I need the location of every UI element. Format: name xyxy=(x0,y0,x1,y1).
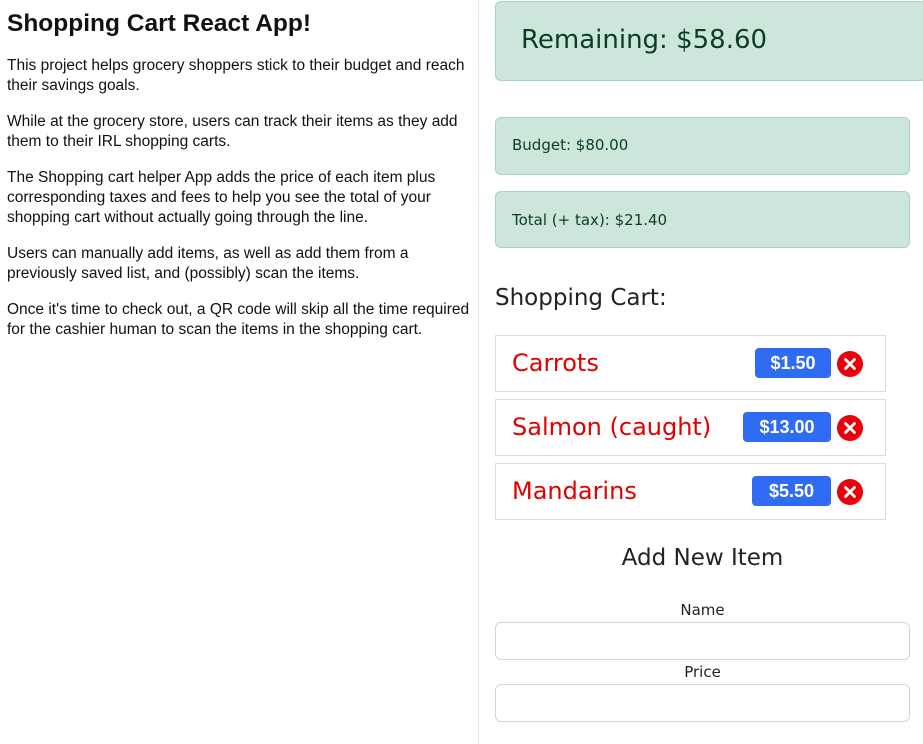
page-title: Shopping Cart React App! xyxy=(7,10,311,37)
cart-item: Salmon (caught) $13.00 xyxy=(495,399,886,456)
intro-paragraph: Once it's time to check out, a QR code w… xyxy=(7,301,470,338)
item-name: Salmon (caught) xyxy=(512,413,712,441)
price-badge: $13.00 xyxy=(743,412,831,442)
name-input[interactable] xyxy=(495,622,910,660)
cart-title: Shopping Cart: xyxy=(495,285,667,311)
intro-panel: Shopping Cart React App! This project he… xyxy=(0,0,479,744)
cart-item: Mandarins $5.50 xyxy=(495,463,886,520)
intro-paragraph: Users can manually add items, as well as… xyxy=(7,245,409,282)
remove-item-icon[interactable] xyxy=(837,479,863,505)
remove-item-icon[interactable] xyxy=(837,415,863,441)
total-alert: Total (+ tax): $21.40 xyxy=(495,191,910,248)
remaining-alert: Remaining: $58.60 xyxy=(495,1,923,81)
price-input[interactable] xyxy=(495,684,910,722)
cart-panel: Remaining: $58.60 Budget: $80.00 Total (… xyxy=(480,0,923,744)
price-badge: $1.50 xyxy=(755,348,831,378)
intro-paragraph: This project helps grocery shoppers stic… xyxy=(7,57,465,94)
item-name: Mandarins xyxy=(512,477,637,505)
remove-item-icon[interactable] xyxy=(837,351,863,377)
budget-alert: Budget: $80.00 xyxy=(495,117,910,175)
add-item-title: Add New Item xyxy=(621,545,784,571)
price-badge: $5.50 xyxy=(752,476,831,506)
intro-paragraph: The Shopping cart helper App adds the pr… xyxy=(7,169,436,226)
cart-item: Carrots $1.50 xyxy=(495,335,886,392)
intro-paragraph: While at the grocery store, users can tr… xyxy=(7,113,458,150)
price-label: Price xyxy=(684,663,721,681)
name-label: Name xyxy=(680,601,725,619)
item-name: Carrots xyxy=(512,349,599,377)
